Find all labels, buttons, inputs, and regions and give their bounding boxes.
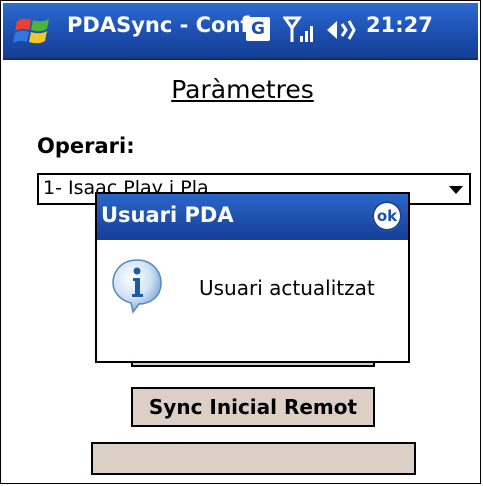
message-dialog: Usuari PDA ok Usuari actualitzat xyxy=(95,192,410,363)
app-title: PDASync - Conf xyxy=(67,13,250,37)
gprs-icon[interactable]: G xyxy=(246,17,270,41)
title-bar: PDASync - Conf G 21:27 xyxy=(3,3,478,60)
dialog-message: Usuari actualitzat xyxy=(199,276,375,300)
clock[interactable]: 21:27 xyxy=(366,13,433,37)
operari-label: Operari: xyxy=(37,134,135,158)
sync-inicial-remot-button[interactable]: Sync Inicial Remot xyxy=(131,387,375,427)
page-title: Paràmetres xyxy=(171,75,314,104)
dialog-title: Usuari PDA xyxy=(101,203,234,227)
dropdown-arrow-icon[interactable] xyxy=(449,186,463,194)
signal-icon[interactable] xyxy=(283,14,317,46)
speaker-icon[interactable] xyxy=(325,15,359,45)
blank-button[interactable] xyxy=(91,442,416,475)
device-screen: PDASync - Conf G 21:27 Paràmetres Operar… xyxy=(0,0,481,484)
ok-button[interactable]: ok xyxy=(372,201,402,231)
dialog-title-bar: Usuari PDA ok xyxy=(97,194,408,240)
info-icon xyxy=(112,259,162,314)
windows-start-icon[interactable] xyxy=(13,15,55,49)
